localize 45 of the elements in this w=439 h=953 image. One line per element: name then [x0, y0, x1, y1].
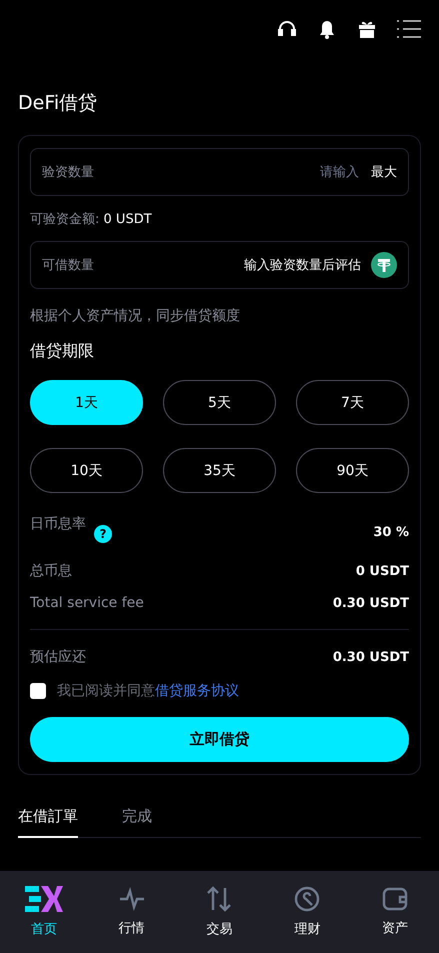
borrow-button[interactable]: 立即借贷: [30, 717, 409, 762]
term-heading: 借贷期限: [30, 341, 95, 362]
term-option[interactable]: 90天: [296, 448, 409, 493]
menu-icon[interactable]: [397, 19, 421, 39]
help-icon[interactable]: ?: [94, 525, 112, 543]
field-label: 可借数量: [42, 257, 95, 274]
summary-label: Total service fee: [30, 595, 144, 611]
agreement-link[interactable]: 借贷服务协议: [155, 683, 239, 699]
agree-checkbox[interactable]: [30, 683, 46, 699]
limit-note: 根据个人资产情况，同步借贷额度: [30, 307, 241, 325]
order-tab[interactable]: 在借訂單: [18, 807, 78, 838]
nav-item[interactable]: 交易: [176, 871, 264, 953]
amount-input[interactable]: 请输入: [301, 164, 361, 180]
repay-label: 预估应还: [30, 648, 86, 666]
nav-item[interactable]: 首页: [0, 871, 88, 953]
term-option[interactable]: 7天: [296, 380, 409, 425]
nav-item[interactable]: 行情: [88, 871, 176, 953]
swap-arrows-icon: [206, 886, 232, 912]
nav-item[interactable]: 资产: [351, 871, 439, 953]
tether-coin-icon: [371, 252, 397, 278]
field-label: 验资数量: [42, 164, 95, 181]
nav-item[interactable]: 理财: [263, 871, 352, 953]
at-circle-icon: [294, 886, 320, 912]
bell-icon[interactable]: [317, 19, 337, 39]
summary-label: 总币息: [30, 562, 72, 580]
gift-icon[interactable]: [357, 19, 377, 39]
wallet-icon: [382, 887, 408, 911]
headset-icon[interactable]: [277, 19, 297, 39]
rate-label: 日币息率: [30, 516, 86, 532]
exchange-logo-icon: [24, 886, 63, 912]
summary-value: 0 USDT: [356, 564, 409, 578]
rate-value: 30 %: [373, 525, 409, 540]
term-option[interactable]: 5天: [163, 380, 276, 425]
page-title: DeFi借贷: [18, 91, 98, 116]
term-option[interactable]: 35天: [163, 448, 276, 493]
summary-value: 0.30 USDT: [332, 596, 409, 610]
term-option[interactable]: 10天: [30, 448, 143, 493]
max-button[interactable]: 最大: [371, 163, 397, 181]
available-amount: 可验资金额: 0 USDT: [30, 211, 153, 228]
agreement-text: 我已阅读并同意借贷服务协议: [57, 682, 239, 700]
repay-value: 0.30 USDT: [332, 650, 409, 664]
pulse-icon: [118, 887, 145, 911]
order-tab[interactable]: 完成: [122, 807, 152, 838]
term-option[interactable]: 1天: [30, 380, 143, 425]
field-value: 输入验资数量后评估: [244, 257, 361, 274]
